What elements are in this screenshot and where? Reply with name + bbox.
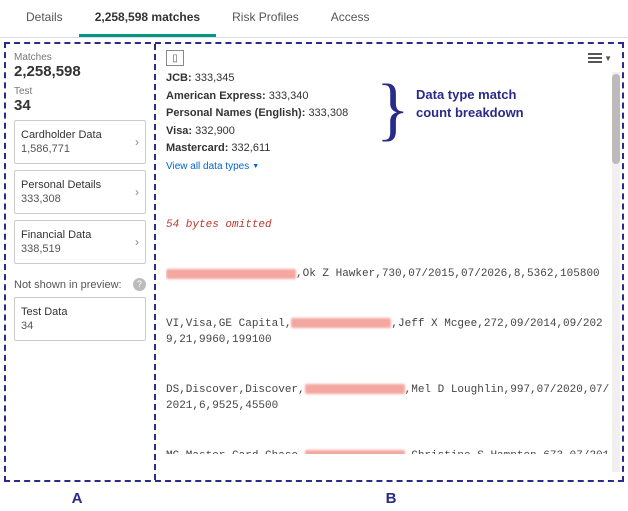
- content-panel: ▯ ▼ JCB: 333,345 American Express: 333,3…: [156, 44, 622, 480]
- redacted-block: [166, 269, 296, 279]
- tab-access[interactable]: Access: [315, 0, 386, 37]
- matches-value: 2,258,598: [14, 63, 146, 80]
- tab-matches[interactable]: 2,258,598 matches: [79, 0, 216, 37]
- redacted-block: [305, 384, 405, 394]
- matches-label: Matches: [14, 52, 146, 63]
- caret-down-icon: ▼: [252, 163, 259, 170]
- card-test-data[interactable]: Test Data 34: [14, 297, 146, 341]
- scrollbar-thumb[interactable]: [612, 74, 620, 164]
- tab-risk-profiles[interactable]: Risk Profiles: [216, 0, 315, 37]
- options-menu-button[interactable]: ▼: [588, 53, 612, 63]
- brace-icon: }: [376, 70, 410, 150]
- tab-bar: Details 2,258,598 matches Risk Profiles …: [0, 0, 628, 38]
- test-value: 34: [14, 97, 146, 114]
- card-cardholder-data[interactable]: Cardholder Data 1,586,771 ›: [14, 120, 146, 164]
- tab-details[interactable]: Details: [10, 0, 79, 37]
- card-financial-data[interactable]: Financial Data 338,519 ›: [14, 220, 146, 264]
- omitted-notice: 54 bytes omitted: [166, 217, 612, 234]
- card-value: 34: [21, 320, 67, 332]
- sidebar: Matches 2,258,598 Test 34 Cardholder Dat…: [6, 44, 156, 480]
- data-preview: 54 bytes omitted ,Ok Z Hawker,730,07/201…: [166, 184, 612, 454]
- label-a: A: [0, 490, 154, 507]
- card-value: 1,586,771: [21, 143, 102, 155]
- card-title: Cardholder Data: [21, 129, 102, 141]
- preview-line: ,Ok Z Hawker,730,07/2015,07/2026,8,5362,…: [166, 266, 612, 283]
- label-b: B: [154, 490, 628, 507]
- caret-down-icon: ▼: [604, 54, 612, 63]
- redacted-block: [291, 318, 391, 328]
- main-panel: Matches 2,258,598 Test 34 Cardholder Dat…: [4, 42, 624, 482]
- card-personal-details[interactable]: Personal Details 333,308 ›: [14, 170, 146, 214]
- card-title: Financial Data: [21, 229, 91, 241]
- card-title: Test Data: [21, 306, 67, 318]
- card-title: Personal Details: [21, 179, 101, 191]
- chevron-right-icon: ›: [135, 235, 139, 249]
- scrollbar[interactable]: [612, 72, 620, 472]
- test-label: Test: [14, 86, 146, 97]
- chevron-right-icon: ›: [135, 135, 139, 149]
- content-header: ▯ ▼: [166, 50, 612, 66]
- annotation-text: Data type match count breakdown: [416, 86, 524, 122]
- not-shown-label: Not shown in preview: ?: [14, 278, 146, 291]
- breakdown-section: JCB: 333,345 American Express: 333,340 P…: [166, 70, 612, 172]
- preview-line: DS,Discover,Discover,,Mel D Loughlin,997…: [166, 382, 612, 415]
- chevron-right-icon: ›: [135, 185, 139, 199]
- panel-toggle-icon[interactable]: ▯: [166, 50, 184, 66]
- preview-line: VI,Visa,GE Capital,,Jeff X Mcgee,272,09/…: [166, 316, 612, 349]
- card-value: 333,308: [21, 193, 101, 205]
- hamburger-icon: [588, 53, 602, 63]
- preview-line: MC,Master Card,Chase,,Christine S Hampto…: [166, 448, 612, 454]
- footer-labels: A B: [0, 486, 628, 511]
- redacted-block: [305, 450, 405, 454]
- view-all-link[interactable]: View all data types▼: [166, 161, 259, 172]
- card-value: 338,519: [21, 243, 91, 255]
- help-icon[interactable]: ?: [133, 278, 146, 291]
